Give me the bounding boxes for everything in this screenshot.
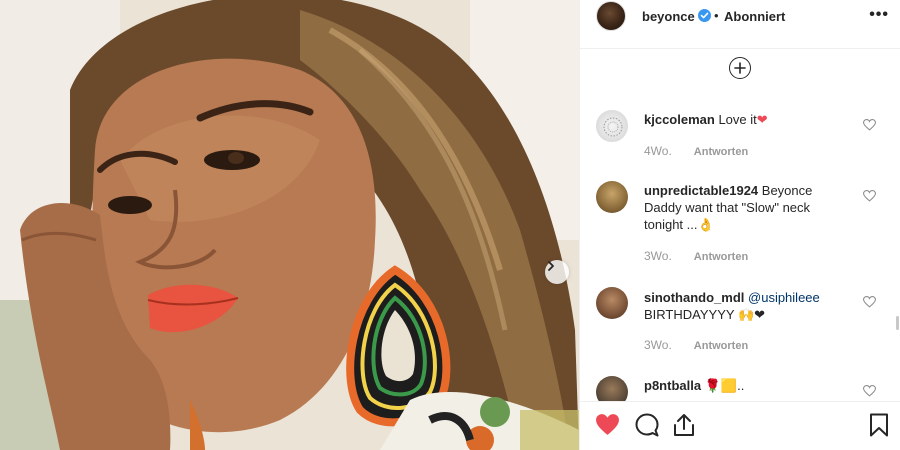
comment-meta: 4Wo. Antworten — [644, 144, 748, 158]
comment-emoji: 🌹🟨 — [704, 378, 738, 393]
actions-divider — [580, 401, 900, 402]
verified-badge-icon — [698, 9, 711, 22]
comment-text: unpredictable1924 Beyonce Daddy want tha… — [644, 182, 849, 233]
post-username[interactable]: beyonce — [642, 9, 695, 24]
avatar[interactable] — [596, 376, 628, 401]
comment-emoji: 👌 — [697, 217, 714, 232]
comment-body: Love it — [718, 112, 757, 127]
comment-age: 3Wo. — [644, 249, 672, 263]
comment-text: p8ntballa 🌹🟨.. — [644, 377, 849, 394]
reply-button[interactable]: Antworten — [694, 146, 748, 158]
load-more-comments-button[interactable] — [729, 57, 751, 79]
header-divider — [580, 48, 900, 49]
comment-mention[interactable]: @usiphileee — [748, 290, 820, 305]
next-photo-button[interactable] — [545, 260, 569, 284]
comment-text: kjccoleman Love it❤ — [644, 111, 849, 128]
post-photo[interactable] — [0, 0, 579, 450]
portrait-illustration — [0, 0, 579, 450]
comment-meta: 3Wo. Antworten — [644, 338, 748, 352]
comment-body: .. — [737, 378, 745, 393]
comment-emoji: ❤ — [756, 112, 768, 127]
separator-dot: • — [714, 8, 719, 23]
comment-bubble-icon[interactable] — [635, 413, 659, 437]
avatar[interactable] — [596, 181, 628, 213]
comment-like-heart-icon[interactable] — [863, 119, 876, 131]
comment-age: 4Wo. — [644, 144, 672, 158]
comment-item: p8ntballa 🌹🟨.. — [580, 374, 900, 401]
comment-like-heart-icon[interactable] — [863, 190, 876, 202]
share-icon[interactable] — [673, 413, 695, 437]
follow-status-button[interactable]: Abonniert — [724, 9, 785, 24]
comment-like-heart-icon[interactable] — [863, 385, 876, 397]
comment-age: 3Wo. — [644, 338, 672, 352]
comment-username[interactable]: kjccoleman — [644, 112, 715, 127]
chevron-right-icon — [548, 261, 554, 271]
comment-like-heart-icon[interactable] — [863, 296, 876, 308]
bookmark-icon[interactable] — [869, 413, 889, 437]
comment-username[interactable]: sinothando_mdl — [644, 290, 744, 305]
reply-button[interactable]: Antworten — [694, 340, 748, 352]
avatar[interactable] — [596, 110, 628, 142]
heart-filled-icon[interactable] — [595, 413, 620, 436]
comment-username[interactable]: unpredictable1924 — [644, 183, 758, 198]
scrollbar-thumb[interactable] — [896, 316, 899, 330]
more-options-icon[interactable]: ••• — [869, 6, 889, 24]
comment-meta: 3Wo. Antworten — [644, 249, 748, 263]
post-header: beyonce • Abonniert ••• — [580, 0, 900, 34]
comment-text: sinothando_mdl @usiphileee BIRTHDAYYYY 🙌… — [644, 289, 849, 323]
post-actions-bar — [580, 405, 900, 445]
avatar[interactable] — [596, 287, 628, 319]
reply-button[interactable]: Antworten — [694, 251, 748, 263]
comment-body: BIRTHDAYYYY — [644, 307, 735, 322]
comment-username[interactable]: p8ntballa — [644, 378, 701, 393]
comment-emoji: 🙌❤ — [737, 307, 766, 322]
post-sidebar: beyonce • Abonniert ••• kjccoleman Love … — [579, 0, 900, 450]
plus-circle-icon — [734, 62, 746, 74]
avatar[interactable] — [596, 1, 626, 31]
